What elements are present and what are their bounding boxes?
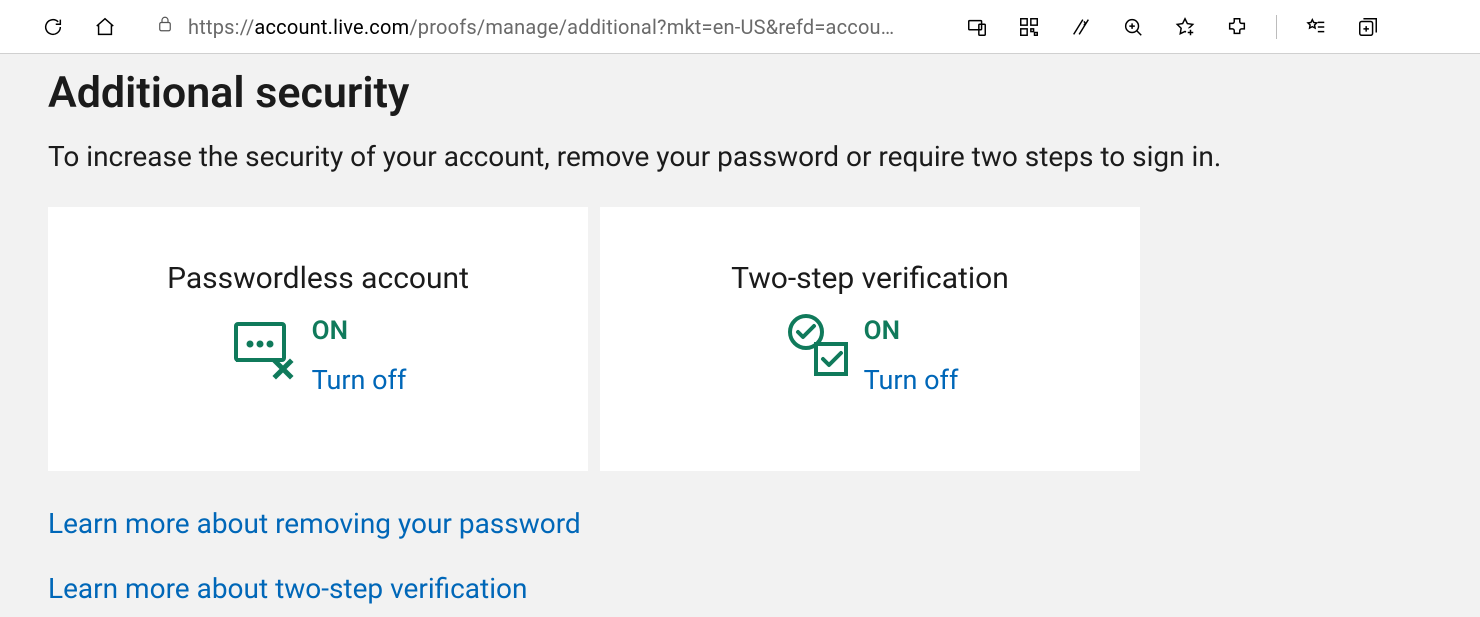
link-learn-twostep[interactable]: Learn more about two-step verification xyxy=(48,572,1480,605)
page-title: Additional security xyxy=(48,68,1480,118)
lock-icon xyxy=(156,15,174,38)
page-subtitle: To increase the security of your account… xyxy=(48,140,1348,173)
refresh-icon[interactable] xyxy=(40,14,66,40)
qr-icon[interactable] xyxy=(1016,14,1042,40)
toolbar-divider xyxy=(1276,15,1277,39)
link-learn-passwordless[interactable]: Learn more about removing your password xyxy=(48,507,1480,540)
card-twostep-status: ON xyxy=(864,316,959,346)
address-bar[interactable]: https://account.live.com/proofs/manage/a… xyxy=(144,8,934,46)
security-cards: Passwordless account ON Turn off xyxy=(48,207,1480,471)
passwordless-icon xyxy=(230,310,302,382)
card-passwordless: Passwordless account ON Turn off xyxy=(48,207,588,471)
card-passwordless-title: Passwordless account xyxy=(167,261,469,296)
url-text: https://account.live.com/proofs/manage/a… xyxy=(188,15,894,39)
card-twostep: Two-step verification ON Turn off xyxy=(600,207,1140,471)
read-aloud-icon[interactable] xyxy=(1068,14,1094,40)
collections-icon[interactable] xyxy=(1355,14,1381,40)
card-twostep-title: Two-step verification xyxy=(731,261,1009,296)
browser-toolbar: https://account.live.com/proofs/manage/a… xyxy=(0,0,1480,54)
page-content: Additional security To increase the secu… xyxy=(0,54,1480,605)
learn-more-links: Learn more about removing your password … xyxy=(48,507,1480,605)
zoom-icon[interactable] xyxy=(1120,14,1146,40)
favorites-list-icon[interactable] xyxy=(1303,14,1329,40)
favorite-add-icon[interactable] xyxy=(1172,14,1198,40)
card-passwordless-status: ON xyxy=(312,316,407,346)
home-icon[interactable] xyxy=(92,14,118,40)
device-icon[interactable] xyxy=(964,14,990,40)
twostep-icon xyxy=(782,310,854,382)
card-passwordless-action[interactable]: Turn off xyxy=(312,364,407,396)
chrome-right-icons xyxy=(964,14,1381,40)
card-twostep-action[interactable]: Turn off xyxy=(864,364,959,396)
extensions-icon[interactable] xyxy=(1224,14,1250,40)
